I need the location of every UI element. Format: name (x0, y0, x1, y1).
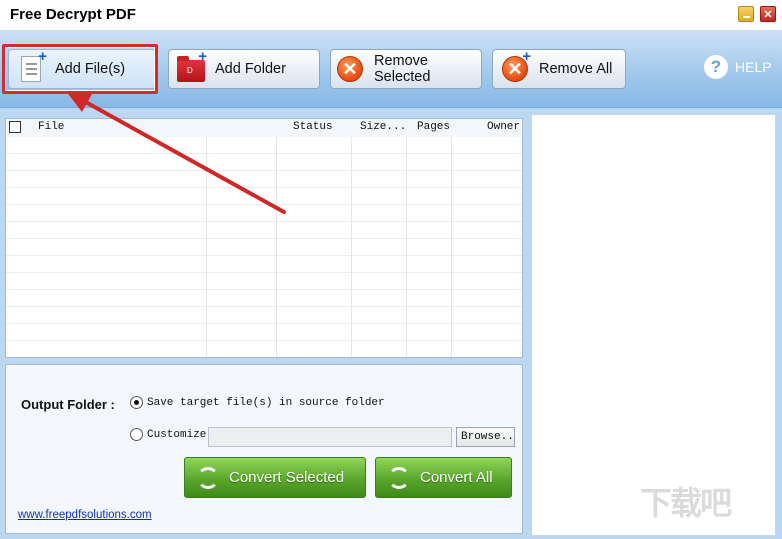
help-button[interactable]: ? HELP (704, 55, 772, 79)
custom-folder-input[interactable] (208, 427, 452, 447)
add-folder-button[interactable]: + Add Folder (168, 49, 320, 89)
file-list-rows (6, 137, 522, 357)
convert-cycle-icon (197, 466, 219, 489)
app-title: Free Decrypt PDF (10, 6, 136, 23)
column-size[interactable]: Size... (360, 121, 406, 133)
remove-icon: ✕ (334, 54, 366, 84)
title-bar: Free Decrypt PDF ✕ (0, 0, 782, 30)
column-status[interactable]: Status (293, 121, 333, 133)
select-all-checkbox[interactable] (9, 121, 21, 133)
remove-selected-label: Remove Selected (374, 53, 431, 85)
main-area: File Status Size... Pages Owner Output F… (0, 108, 782, 539)
convert-selected-button[interactable]: Convert Selected (184, 457, 366, 498)
customize-option-label: Customize (147, 429, 207, 441)
preview-pane (531, 114, 776, 536)
convert-all-label: Convert All (420, 469, 493, 486)
add-folder-label: Add Folder (215, 61, 286, 77)
website-link[interactable]: www.freepdfsolutions.com (18, 509, 152, 521)
remove-selected-button[interactable]: ✕ Remove Selected (330, 49, 482, 89)
watermark-logo: 下载吧 (640, 485, 732, 521)
output-folder-label: Output Folder : (21, 397, 115, 412)
help-label: HELP (735, 59, 772, 75)
remove-all-button[interactable]: ✕ + Remove All (492, 49, 626, 89)
minimize-button[interactable] (738, 6, 754, 22)
column-pages[interactable]: Pages (417, 121, 450, 133)
file-list-header: File Status Size... Pages Owner (6, 119, 522, 137)
convert-cycle-icon (388, 466, 410, 489)
source-folder-radio[interactable] (130, 396, 143, 409)
output-panel: Output Folder : Save target file(s) in s… (5, 364, 523, 534)
column-owner[interactable]: Owner (487, 121, 520, 133)
add-folder-icon: + (175, 49, 207, 84)
convert-selected-label: Convert Selected (229, 469, 345, 486)
add-files-highlight-box (2, 44, 158, 94)
convert-all-button[interactable]: Convert All (375, 457, 512, 498)
source-folder-option-label: Save target file(s) in source folder (147, 397, 385, 409)
remove-all-label: Remove All (539, 61, 613, 77)
browse-button[interactable]: Browse.. (456, 427, 515, 447)
close-button[interactable]: ✕ (760, 6, 776, 22)
help-icon: ? (704, 55, 728, 79)
file-list[interactable]: File Status Size... Pages Owner (5, 118, 523, 358)
column-file[interactable]: File (38, 121, 64, 133)
customize-radio[interactable] (130, 428, 143, 441)
remove-all-icon: ✕ + (499, 49, 531, 84)
